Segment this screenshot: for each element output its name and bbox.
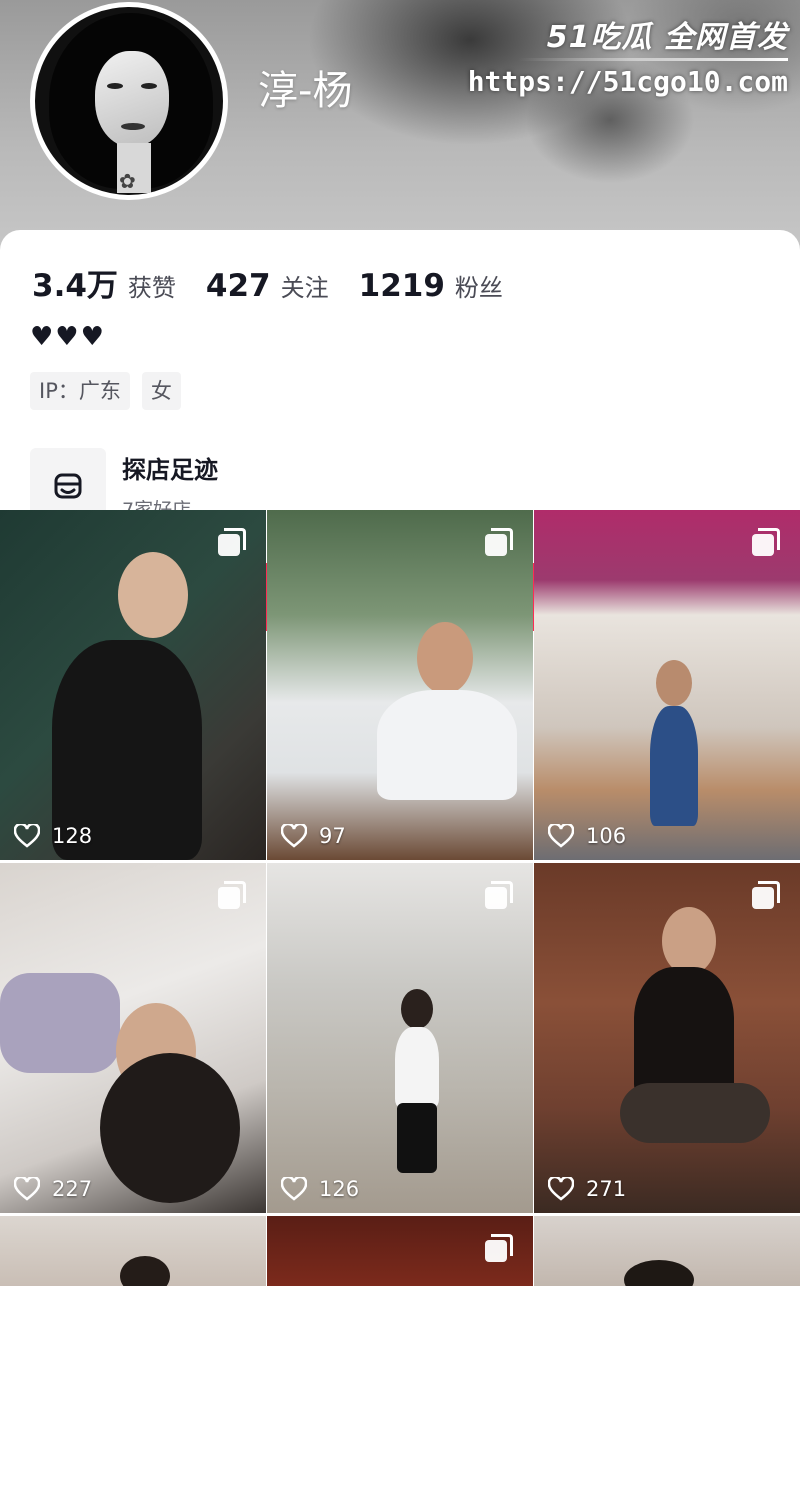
- profile-bio: ♥♥♥: [30, 322, 106, 352]
- work-tile[interactable]: [267, 1216, 533, 1286]
- stat-followers[interactable]: 1219 粉丝: [359, 268, 503, 304]
- work-tile[interactable]: 271: [534, 863, 800, 1213]
- multi-image-icon: [485, 881, 513, 909]
- work-tile[interactable]: [534, 1216, 800, 1286]
- stat-likes[interactable]: 3.4万 获赞: [32, 260, 176, 305]
- heart-icon: [281, 1177, 307, 1201]
- stat-followers-value: 1219: [358, 268, 445, 304]
- like-count: 271: [548, 1177, 626, 1201]
- like-count-value: 126: [319, 1177, 360, 1201]
- heart-icon: [548, 824, 574, 848]
- like-count-value: 97: [319, 824, 346, 848]
- works-grid: 128 97 106 227 126 271: [0, 510, 800, 1286]
- like-count: 97: [281, 824, 346, 848]
- like-count-value: 106: [586, 824, 627, 848]
- like-count-value: 227: [52, 1177, 93, 1201]
- like-count: 126: [281, 1177, 359, 1201]
- work-tile[interactable]: 106: [534, 510, 800, 860]
- watermark-url: https://51cgo10.com: [467, 65, 788, 98]
- multi-image-icon: [218, 881, 246, 909]
- work-tile[interactable]: 227: [0, 863, 266, 1213]
- profile-tags: IP：广东 女: [30, 372, 193, 410]
- heart-icon: [281, 824, 307, 848]
- work-tile[interactable]: [0, 1216, 266, 1286]
- like-count: 227: [14, 1177, 92, 1201]
- flower-icon: ✿: [119, 169, 136, 193]
- tag-ip: IP：广东: [30, 372, 130, 410]
- watermark: 51吃瓜 全网首发 https://51cgo10.com: [468, 12, 788, 98]
- work-tile[interactable]: 97: [267, 510, 533, 860]
- stat-followers-label: 粉丝: [454, 274, 503, 302]
- multi-image-icon: [752, 881, 780, 909]
- stat-likes-label: 获赞: [127, 274, 176, 302]
- avatar[interactable]: ✿: [30, 2, 228, 200]
- like-count: 106: [548, 824, 626, 848]
- heart-icon: [548, 1177, 574, 1201]
- heart-icon: [14, 824, 40, 848]
- shop-title: 探店足迹: [122, 456, 218, 484]
- profile-stats: 3.4万 获赞 427 关注 1219 粉丝: [32, 260, 533, 305]
- like-count-value: 271: [586, 1177, 627, 1201]
- like-count: 128: [14, 824, 92, 848]
- work-tile[interactable]: 128: [0, 510, 266, 860]
- multi-image-icon: [752, 528, 780, 556]
- stat-following-value: 427: [205, 268, 271, 304]
- stat-following-label: 关注: [280, 274, 329, 302]
- nickname: 淳-杨: [258, 68, 353, 114]
- stat-following[interactable]: 427 关注: [206, 268, 329, 304]
- work-tile[interactable]: 126: [267, 863, 533, 1213]
- heart-icon: [14, 1177, 40, 1201]
- like-count-value: 128: [52, 824, 93, 848]
- stat-likes-value: 3.4万: [32, 268, 118, 304]
- tag-gender: 女: [141, 372, 181, 410]
- multi-image-icon: [218, 528, 246, 556]
- multi-image-icon: [485, 1234, 513, 1262]
- watermark-title: 51吃瓜 全网首发: [546, 20, 788, 55]
- multi-image-icon: [485, 528, 513, 556]
